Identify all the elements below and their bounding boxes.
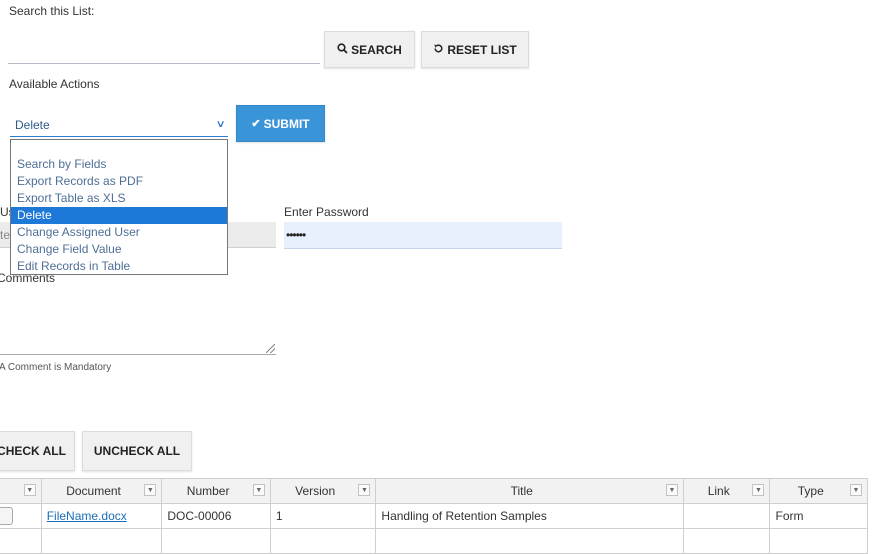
filter-dropdown-icon[interactable]: ▼ xyxy=(752,484,765,496)
column-header-document: Document ▼ xyxy=(40,478,163,504)
column-header-type: Type ▼ xyxy=(769,478,868,504)
row-select-cell xyxy=(0,503,42,529)
reset-icon xyxy=(433,43,444,57)
column-header-select: ▼ xyxy=(0,478,42,504)
cell-title xyxy=(375,528,684,554)
dropdown-option[interactable]: Edit Records in Table xyxy=(11,258,227,275)
reset-list-button-label: RESET LIST xyxy=(447,42,517,57)
table-header-row: ▼ Document ▼ Number ▼ Version ▼ Title ▼ Link… xyxy=(0,478,868,504)
filter-dropdown-icon[interactable]: ▼ xyxy=(358,484,371,496)
filter-dropdown-icon[interactable]: ▼ xyxy=(144,484,157,496)
search-input[interactable] xyxy=(8,37,320,64)
filter-dropdown-icon[interactable]: ▼ xyxy=(252,484,265,496)
row-checkbox[interactable] xyxy=(0,507,13,525)
cell-number: DOC-00006 xyxy=(161,503,271,529)
comments-textarea[interactable] xyxy=(0,300,276,355)
username-value: te xyxy=(0,228,11,242)
actions-select-value: Delete xyxy=(15,117,50,132)
password-field[interactable]: •••••• xyxy=(284,222,562,249)
cell-number xyxy=(161,528,271,554)
column-header-number: Number ▼ xyxy=(161,478,271,504)
filter-dropdown-icon[interactable]: ▼ xyxy=(665,484,678,496)
dropdown-option[interactable]: Search by Fields xyxy=(11,156,227,173)
resize-grip-icon[interactable] xyxy=(266,344,275,353)
cell-document: FileName.docx xyxy=(40,503,163,529)
column-header-link: Link ▼ xyxy=(682,478,771,504)
uncheck-all-button-label: UNCHECK ALL xyxy=(93,444,181,458)
actions-dropdown-list: Search by Fields Export Records as PDF Exp… xyxy=(10,139,228,275)
cell-document xyxy=(40,528,163,554)
password-label: Enter Password xyxy=(284,205,369,219)
table-row[interactable]: FileName.docx DOC-00006 1 Handling of Re… xyxy=(0,503,868,529)
dropdown-option[interactable]: Delete xyxy=(11,207,227,224)
records-table: ▼ Document ▼ Number ▼ Version ▼ Title ▼ Link… xyxy=(0,478,868,554)
cell-link xyxy=(682,503,771,529)
cell-link xyxy=(682,528,771,554)
cell-version xyxy=(269,528,377,554)
dropdown-option[interactable]: Export Records as PDF xyxy=(11,173,227,190)
available-actions-label: Available Actions xyxy=(9,77,100,91)
search-button-label: SEARCH xyxy=(351,42,402,57)
submit-button[interactable]: ✔ SUBMIT xyxy=(236,105,325,142)
cell-type: Form xyxy=(769,503,868,529)
actions-select[interactable]: Delete ∨ xyxy=(10,113,228,137)
comment-mandatory-note: A Comment is Mandatory xyxy=(0,362,112,373)
password-value: •••••• xyxy=(286,228,306,242)
search-icon xyxy=(337,42,348,57)
cell-version: 1 xyxy=(269,503,377,529)
search-button[interactable]: SEARCH xyxy=(324,31,415,68)
check-all-button[interactable]: CHECK ALL xyxy=(0,431,75,471)
dropdown-option[interactable]: Export Table as XLS xyxy=(11,190,227,207)
filter-dropdown-icon[interactable]: ▼ xyxy=(23,484,36,496)
search-label: Search this List: xyxy=(9,4,95,18)
check-all-button-label: CHECK ALL xyxy=(0,444,66,458)
check-icon: ✔ xyxy=(251,118,261,130)
column-header-version: Version ▼ xyxy=(269,478,377,504)
dropdown-option[interactable]: Change Assigned User xyxy=(11,224,227,241)
cell-title: Handling of Retention Samples xyxy=(375,503,684,529)
reset-list-button[interactable]: RESET LIST xyxy=(421,31,529,68)
cell-type xyxy=(769,528,868,554)
column-header-title: Title ▼ xyxy=(375,478,684,504)
table-row[interactable] xyxy=(0,528,868,554)
filter-dropdown-icon[interactable]: ▼ xyxy=(850,484,862,496)
document-link[interactable]: FileName.docx xyxy=(47,509,127,523)
chevron-down-icon: ∨ xyxy=(215,119,226,130)
row-select-cell xyxy=(0,528,42,554)
dropdown-option[interactable]: Change Field Value xyxy=(11,241,227,258)
submit-button-label: SUBMIT xyxy=(263,116,310,131)
uncheck-all-button[interactable]: UNCHECK ALL xyxy=(82,431,192,471)
